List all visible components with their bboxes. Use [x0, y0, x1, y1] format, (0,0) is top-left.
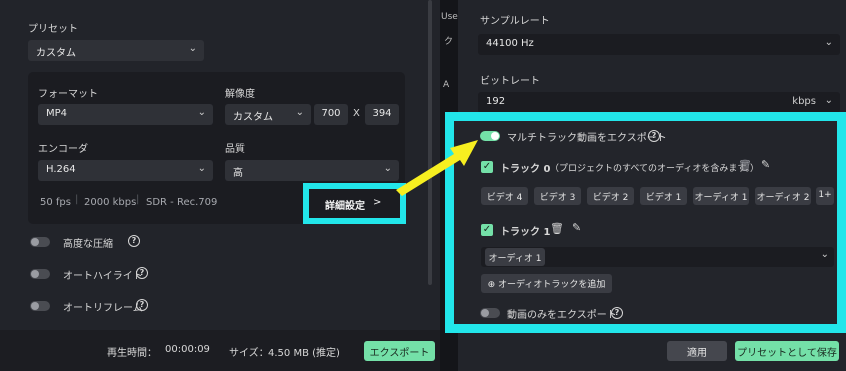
track-chip: ビデオ 1	[640, 187, 687, 205]
apply-button[interactable]: 適用	[667, 341, 727, 361]
summary-bitrate: 2000 kbps	[84, 197, 137, 208]
sample-rate-select[interactable]: 44100 Hz ⌄	[478, 34, 840, 55]
width-input[interactable]: 700	[314, 104, 348, 125]
add-audio-track-label: オーディオトラックを追加	[498, 280, 606, 290]
bitrate-label: ビットレート	[480, 76, 540, 87]
auto-highlight-label: オートハイライト	[63, 271, 143, 282]
track-chip-more: 1+	[816, 187, 834, 205]
multitrack-highlight-box: マルチトラック動画をエクスポート ? ✓ トラック 0 （プロジェクトのすべての…	[445, 112, 846, 333]
quality-label: 品質	[225, 144, 245, 155]
playtime-label: 再生時間：	[107, 348, 157, 359]
bitrate-unit: kbps	[792, 96, 816, 107]
track1-checkbox[interactable]: ✓	[481, 224, 493, 236]
auto-highlight-toggle[interactable]	[30, 269, 50, 279]
track-chip: オーディオ 1	[485, 248, 545, 266]
sample-rate-value: 44100 Hz	[486, 38, 534, 49]
height-input[interactable]: 394	[365, 104, 399, 125]
quality-select[interactable]: 高 ⌄	[225, 160, 399, 181]
bottom-bar: 再生時間： 00:00:09 サイズ： 4.50 MB (推定) エクスポート	[0, 330, 440, 371]
advanced-compression-toggle[interactable]	[30, 237, 50, 247]
auto-reframe-toggle[interactable]	[30, 301, 50, 311]
auto-reframe-label: オートリフレーム	[63, 303, 143, 314]
chevron-down-icon: ⌄	[188, 43, 197, 54]
summary-color: SDR - Rec.709	[146, 197, 218, 208]
strip-text: Use	[441, 12, 458, 22]
chevron-down-icon: ⌄	[824, 95, 833, 106]
encoder-select[interactable]: H.264 ⌄	[38, 160, 213, 181]
track-chip: オーディオ 1	[693, 187, 749, 205]
format-label: フォーマット	[38, 89, 98, 100]
encoder-label: エンコーダ	[38, 144, 88, 155]
export-button[interactable]: エクスポート	[364, 341, 435, 361]
chevron-down-icon: ⌄	[295, 107, 304, 118]
track-chip: オーディオ 2	[755, 187, 811, 205]
summary-divider: |	[136, 194, 140, 205]
video-only-toggle[interactable]	[480, 308, 500, 318]
preset-select[interactable]: カスタム ⌄	[28, 40, 204, 61]
edit-icon[interactable]: ✎	[572, 221, 581, 234]
bitrate-value: 192	[486, 96, 506, 107]
resolution-select[interactable]: カスタム ⌄	[225, 104, 311, 125]
video-only-label: 動画のみをエクスポート	[507, 310, 617, 321]
summary-fps: 50 fps	[40, 197, 71, 208]
quality-value: 高	[233, 168, 243, 179]
save-as-preset-button[interactable]: プリセットとして保存	[735, 341, 839, 361]
add-audio-track-button[interactable]: ⊕ オーディオトラックを追加	[481, 274, 612, 293]
multitrack-label: マルチトラック動画をエクスポート	[507, 133, 667, 144]
sample-rate-label: サンプルレート	[480, 16, 550, 27]
trash-icon[interactable]: 🗑	[738, 159, 752, 172]
track0-description: （プロジェクトのすべてのオーディオを含みます。）	[550, 164, 759, 174]
export-settings-panel: プリセット カスタム ⌄ フォーマット MP4 ⌄ 解像度 カスタム ⌄ 700…	[0, 0, 440, 371]
trash-icon[interactable]: 🗑	[550, 222, 564, 235]
preset-label: プリセット	[28, 24, 78, 35]
help-icon[interactable]: ?	[128, 235, 140, 247]
track-chip: ビデオ 2	[587, 187, 634, 205]
strip-text: A	[443, 80, 450, 90]
size-label: サイズ：	[229, 348, 269, 359]
format-value: MP4	[46, 108, 68, 119]
plus-circle-icon: ⊕	[487, 280, 496, 290]
help-icon[interactable]: ?	[648, 130, 660, 142]
advanced-settings-label: 詳細設定	[325, 201, 365, 212]
dimension-separator: X	[353, 108, 360, 119]
chevron-down-icon: ⌄	[820, 249, 829, 260]
pointer-arrow	[396, 140, 478, 196]
chevron-down-icon: ⌄	[824, 37, 833, 48]
edit-icon[interactable]: ✎	[761, 158, 770, 171]
track-chip: ビデオ 3	[534, 187, 581, 205]
resolution-value: カスタム	[233, 112, 273, 123]
format-select[interactable]: MP4 ⌄	[38, 104, 213, 125]
strip-text: ク	[444, 37, 454, 47]
playtime-value: 00:00:09	[165, 344, 210, 355]
arrow-shape	[396, 140, 478, 196]
help-icon[interactable]: ?	[611, 307, 623, 319]
size-value: 4.50 MB (推定)	[268, 348, 340, 359]
track1-label: トラック 1	[500, 227, 551, 238]
help-icon[interactable]: ?	[136, 299, 148, 311]
track0-label: トラック 0	[500, 164, 551, 175]
track1-audio-select[interactable]: オーディオ 1 ⌄	[481, 247, 834, 267]
help-icon[interactable]: ?	[136, 267, 148, 279]
encoder-value: H.264	[46, 164, 76, 175]
summary-divider: |	[75, 194, 79, 205]
resolution-label: 解像度	[225, 89, 255, 100]
bitrate-select[interactable]: 192 kbps ⌄	[478, 92, 840, 113]
chevron-down-icon: ⌄	[197, 107, 206, 118]
preset-value: カスタム	[36, 48, 76, 59]
chevron-down-icon: ⌄	[197, 163, 206, 174]
advanced-compression-label: 高度な圧縮	[63, 239, 113, 250]
